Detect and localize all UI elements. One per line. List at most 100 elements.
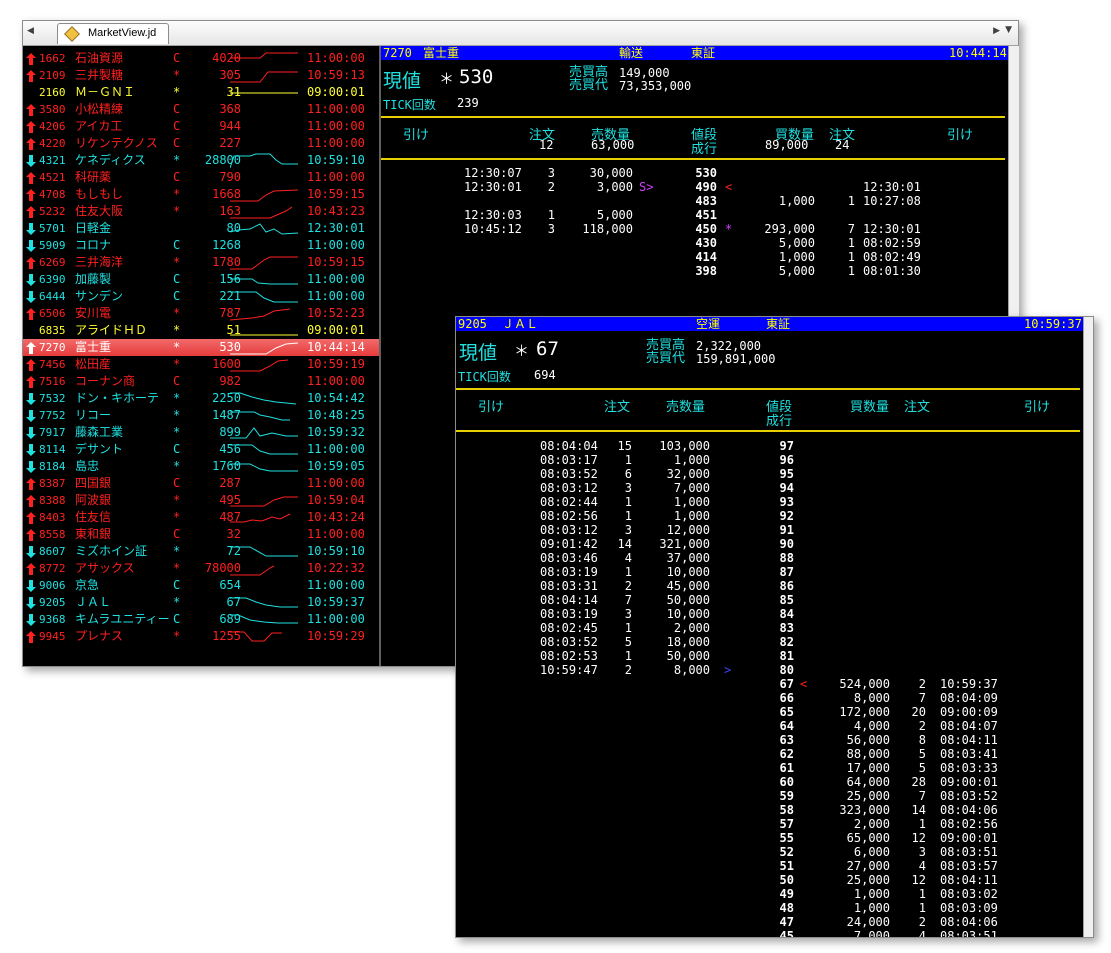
arrow-down-icon: [26, 240, 36, 252]
stock-row[interactable]: 8184 島忠 * 1760 10:59:05: [23, 458, 379, 475]
stock-code: 8184: [39, 460, 66, 473]
stock-row[interactable]: 2109 三井製糖 * 305 10:59:13: [23, 67, 379, 84]
price-level: 82: [779, 635, 794, 649]
stock-row[interactable]: 8114 デサント C 456 11:00:00: [23, 441, 379, 458]
sell-qty: 37,000: [666, 551, 710, 565]
stock-name: 科研薬: [75, 170, 112, 184]
col-hike-right: 引け: [1024, 400, 1051, 415]
stock-row[interactable]: 7516 コーナン商 C 982 11:00:00: [23, 373, 379, 390]
col-hike-right: 引け: [947, 128, 974, 143]
marker: S>: [639, 180, 654, 194]
stock-row[interactable]: 4521 科研薬 C 790 11:00:00: [23, 169, 379, 186]
sell-orders: 3: [624, 523, 632, 537]
price-level: 48: [779, 901, 794, 915]
price-mark: C: [173, 102, 181, 116]
sell-qty: 50,000: [666, 649, 710, 663]
arrow-up-icon: [26, 478, 36, 490]
stock-time: 10:48:25: [307, 408, 365, 422]
buy-time: 08:04:11: [940, 873, 998, 887]
stock-name: 東和銀: [75, 527, 112, 541]
buy-orders: 1: [918, 817, 926, 831]
price-mark: C: [173, 374, 181, 388]
col-buy-qty: 買数量: [850, 400, 890, 415]
price-level: 49: [779, 887, 794, 901]
stock-row[interactable]: 9368 キムラユニティー C 689 11:00:00: [23, 611, 379, 628]
stock-row[interactable]: 8558 東和銀 C 32 11:00:00: [23, 526, 379, 543]
buy-time: 08:04:11: [940, 733, 998, 747]
tab-scroll-left-icon[interactable]: ◀: [27, 26, 34, 36]
sell-qty: 10,000: [666, 607, 710, 621]
stock-row[interactable]: 3580 小松精練 C 368 11:00:00: [23, 101, 379, 118]
tab-menu-icon[interactable]: ▼: [1005, 25, 1012, 35]
price-mark: *: [173, 595, 181, 609]
stock-row[interactable]: 9006 京急 C 654 11:00:00: [23, 577, 379, 594]
buy-qty: 1,000: [778, 250, 815, 264]
sell-orders: 7: [624, 593, 632, 607]
stock-row[interactable]: 6835 アライドＨＤ * 51 09:00:01: [23, 322, 379, 339]
separator: [456, 430, 1080, 432]
tab-marketview[interactable]: MarketView.jd: [57, 23, 169, 44]
board-time: 10:44:14: [949, 46, 1007, 60]
price-level: 483: [695, 194, 717, 208]
current-price: 530: [459, 66, 494, 88]
stock-row[interactable]: 7752 リコー * 1487 10:48:25: [23, 407, 379, 424]
stock-row[interactable]: 4321 ケネディクス * 28800 10:59:10: [23, 152, 379, 169]
stock-row[interactable]: 8772 アサックス * 78000 10:22:32: [23, 560, 379, 577]
tab-scroll-right-icon[interactable]: ▶: [993, 26, 1000, 36]
stock-row[interactable]: 4206 アイカ工 C 944 11:00:00: [23, 118, 379, 135]
price-level: 94: [779, 481, 794, 495]
sell-orders: 2: [624, 663, 632, 677]
stock-row[interactable]: 6269 三井海洋 * 1780 10:59:15: [23, 254, 379, 271]
sparkline: [230, 463, 298, 472]
stock-code: 6390: [39, 273, 66, 286]
stock-row[interactable]: 6390 加藤製 C 156 11:00:00: [23, 271, 379, 288]
stock-row[interactable]: 6444 サンデン C 221 11:00:00: [23, 288, 379, 305]
stock-name: サンデン: [75, 289, 124, 303]
vertical-scrollbar[interactable]: [1083, 317, 1093, 937]
sell-qty: 30,000: [589, 166, 633, 180]
price-mark: *: [173, 323, 181, 337]
arrow-down-icon: [26, 461, 36, 473]
sparkline: [230, 614, 298, 624]
price-mark: ＊: [439, 70, 455, 88]
stock-row[interactable]: 8388 阿波銀 * 495 10:59:04: [23, 492, 379, 509]
sell-orders: 1: [624, 649, 632, 663]
separator: [381, 158, 1005, 160]
stock-name: ケネディクス: [75, 153, 146, 167]
stock-row[interactable]: 7917 藤森工業 * 899 10:59:32: [23, 424, 379, 441]
stock-row[interactable]: 8403 住友信 * 487 10:43:24: [23, 509, 379, 526]
stock-row[interactable]: 4708 もしもし * 1668 10:59:15: [23, 186, 379, 203]
stock-row[interactable]: 7456 松田産 * 1600 10:59:19: [23, 356, 379, 373]
sparkline: [230, 256, 298, 270]
stock-row[interactable]: 9205 ＪＡＬ * 67 10:59:37: [23, 594, 379, 611]
stock-code: 2160: [39, 86, 66, 99]
stock-row[interactable]: 2160 Ｍ－ＧＮＩ * 31 09:00:01: [23, 84, 379, 101]
arrow-up-icon: [26, 257, 36, 269]
sell-qty: 118,000: [582, 222, 633, 236]
stock-row[interactable]: 5232 住友大阪 * 163 10:43:23: [23, 203, 379, 220]
stock-row[interactable]: 7270 富士重 * 530 10:44:14: [23, 339, 379, 356]
price-mark: *: [173, 425, 181, 439]
stock-time: 10:43:24: [307, 510, 365, 524]
stock-row[interactable]: 4220 リケンテクノス C 227 11:00:00: [23, 135, 379, 152]
stock-code: 7752: [39, 409, 66, 422]
stock-row[interactable]: 6506 安川電 * 787 10:52:23: [23, 305, 379, 322]
price-level: 61: [779, 761, 794, 775]
stock-row[interactable]: 8607 ミズホイン証 * 72 10:59:10: [23, 543, 379, 560]
arrow-up-icon: [26, 138, 36, 150]
sell-qty: 5,000: [596, 208, 633, 222]
sparkline: [230, 92, 298, 94]
stock-row[interactable]: 8387 四国銀 C 287 11:00:00: [23, 475, 379, 492]
stock-time: 09:00:01: [307, 85, 365, 99]
stock-time: 11:00:00: [307, 170, 365, 184]
stock-list: 1662 石油資源 C 4020 11:00:00 2109 三井製糖 * 305 10:59:1…: [23, 46, 381, 666]
price-mark: *: [173, 408, 181, 422]
stock-row[interactable]: 5909 コロナ C 1268 11:00:00: [23, 237, 379, 254]
stock-code: 8403: [39, 511, 66, 524]
stock-row[interactable]: 5701 日軽金 80 12:30:01: [23, 220, 379, 237]
stock-row[interactable]: 9945 プレナス * 1255 10:59:29: [23, 628, 379, 645]
price-label: 現値: [459, 342, 498, 364]
stock-code: 4521: [39, 171, 66, 184]
stock-row[interactable]: 1662 石油資源 C 4020 11:00:00: [23, 50, 379, 67]
stock-row[interactable]: 7532 ドン・キホーテ * 2250 10:54:42: [23, 390, 379, 407]
